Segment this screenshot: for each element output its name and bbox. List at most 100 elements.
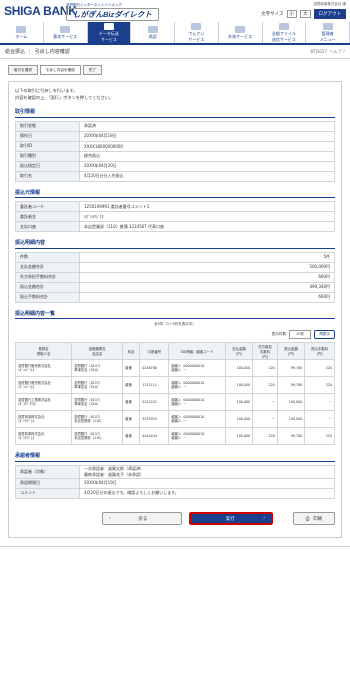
row-label: 支払金額合計 — [15, 261, 80, 273]
table-cell: 滋賀商事株式会社 ｼｶﾞｼﾖｳｼﾞ(ｶ — [14, 410, 73, 428]
column-header: EDI情報／顧客コード — [168, 342, 226, 360]
row-value: 1250109991 委託者番号コメント1 — [79, 201, 335, 212]
header: SHIGA BANK 滋賀銀行インターネットバンキング しがぎんBizダイレクト… — [0, 0, 350, 22]
detail-list-table: 登録名 受取人名 金融機関名 支店名 科目 口座番号 EDI情報／顧客コード 支払金額 (円) 先… — [14, 342, 335, 445]
nav-item-2[interactable]: データ伝送 サービス — [87, 22, 132, 43]
row-label: 振込指定日 — [15, 160, 80, 172]
nav-icon — [191, 22, 202, 30]
table-row: 委託者名 ｼｶﾞｼﾖｳｼﾞ(ｶ — [15, 211, 335, 222]
nav-icon — [147, 25, 158, 33]
refresh-button[interactable]: 再表示 — [314, 330, 335, 339]
nav-item-7[interactable]: 管理者 メニュー — [306, 22, 350, 43]
table-cell: 顧客1：0000000010 顧客2：－ — [168, 376, 226, 394]
nav-item-5[interactable]: 外為サービス — [219, 22, 263, 43]
table-row: 取引種別 総合振込 — [15, 150, 335, 162]
row-label: 委託者名 — [15, 211, 80, 222]
row-label: 先方負担手数料合計 — [15, 271, 80, 283]
nav-icon — [322, 22, 333, 30]
nav-label: でんさい サービス — [188, 30, 205, 42]
table-row: 滋賀銀行販売株式会社 ｼｶﾞﾊﾝﾊﾞｲ(ｶ 滋賀銀行（0157） 草津支店（510）普… — [14, 376, 335, 394]
row-value: ｼｶﾞｼﾖｳｼﾞ(ｶ — [79, 211, 335, 222]
logout-button[interactable]: ログアウト — [313, 9, 346, 19]
table-row: 委託者コード 1250109991 委託者番号コメント1 — [15, 201, 335, 212]
pager-summary: 全5件（1〜5件を表示中） — [154, 322, 196, 326]
page-title-bar: 総合振込 | 引戻し内容確認 BTJS027 ヘルプ ? — [0, 45, 350, 59]
table-cell: 100,000 — [224, 427, 254, 445]
nav-icon — [235, 25, 246, 33]
step-1: 取引を選択 — [8, 65, 38, 75]
row-label: 取引種別 — [15, 150, 80, 162]
table-cell: 220 — [304, 359, 335, 377]
row-value: 総合振込 — [79, 150, 335, 162]
row-value: 660円 — [79, 291, 335, 303]
print-button[interactable]: ⎙ 印刷 — [293, 512, 335, 525]
approver-info-table: 承認者（対象） 一次承認者：滋賀太郎（承認済） 最終承認者：滋賀花子（未承認） 承認期… — [15, 464, 335, 499]
row-label: 件数 — [15, 251, 80, 263]
table-cell: 220 — [304, 427, 335, 445]
row-label: 承認期限日 — [15, 477, 80, 489]
table-row: 振込指定日 20XX年04月20日 — [15, 160, 335, 172]
table-cell: 滋賀銀行（0157） 本店営業部（110） — [71, 410, 124, 428]
table-cell: 220 — [304, 376, 335, 394]
column-header: 金融機関名 支店名 — [71, 342, 124, 360]
table-cell: 220 — [252, 427, 278, 445]
page-subtitle: 引戻し内容確認 — [34, 49, 70, 55]
font-size-large-button[interactable]: 大 — [300, 10, 311, 18]
row-value: 本店営業部（110）普通 1234567 代表口座 — [79, 221, 335, 232]
table-cell: 100,000 — [276, 393, 306, 411]
row-value: 20XX年04月18日 — [79, 130, 335, 142]
row-value: 660円 — [79, 271, 335, 283]
table-row: 振込金額合計 499,340円 — [15, 281, 335, 293]
nav-label: データ伝送 サービス — [98, 30, 119, 42]
nav-icon — [60, 25, 71, 33]
table-cell: 普通 — [122, 393, 141, 411]
table-row: 承認期限日 20XX年04月19日 — [15, 477, 335, 489]
table-cell: 0246780 — [139, 359, 170, 377]
table-cell: 100,000 — [224, 410, 254, 428]
row-value: 4月20日分の振込です。確認よろしくお願いします。 — [79, 487, 335, 499]
row-value: 20XX年04月19日 — [79, 477, 335, 489]
service-logo: 滋賀銀行インターネットバンキング しがぎんBizダイレクト — [66, 3, 159, 21]
table-row: 操作日 20XX年04月18日 — [15, 130, 335, 142]
column-header: 先方負担 手数料 (円) — [252, 342, 278, 360]
nav-icon — [103, 22, 114, 30]
nav-item-4[interactable]: でんさい サービス — [175, 22, 219, 43]
help-link[interactable]: ヘルプ — [330, 49, 342, 54]
nav-icon — [278, 22, 289, 30]
table-row: 支払金額合計 500,000円 — [15, 261, 335, 273]
nav-item-6[interactable]: 全銀ファイル 送信サービス — [263, 22, 307, 43]
nav-item-1[interactable]: 基本サービス — [44, 22, 88, 43]
row-value: 一次承認者：滋賀太郎（承認済） 最終承認者：滋賀花子（未承認） — [79, 464, 335, 479]
nav-label: 全銀ファイル 送信サービス — [271, 30, 296, 42]
table-cell: 普通 — [122, 376, 141, 394]
table-cell: 普通 — [122, 359, 141, 377]
row-label: 承認者（対象） — [15, 464, 80, 479]
row-label: 支払口座 — [15, 221, 80, 232]
table-cell: 普通 — [122, 427, 141, 445]
table-cell: 99,780 — [276, 359, 306, 377]
step-indicator: 取引を選択 引戻し内容を確認 完了 — [0, 59, 350, 81]
step-3: 完了 — [82, 65, 102, 75]
nav-icon — [16, 25, 27, 33]
nav-item-3[interactable]: 承認 — [131, 22, 175, 43]
column-header: 振込金額 (円) — [276, 342, 306, 360]
row-value: 承認済 — [79, 120, 335, 132]
table-row: 取引名 4月20日分仕入先振込 — [15, 170, 335, 182]
font-size-small-button[interactable]: 小 — [286, 10, 297, 18]
column-header: 口座番号 — [139, 342, 170, 360]
page-size-select[interactable]: 10件 — [289, 330, 312, 339]
row-label: コメント — [15, 487, 80, 499]
font-size-label: 文字サイズ — [261, 12, 284, 17]
table-cell: 顧客1：0000000010 顧客2：－ — [168, 393, 226, 411]
table-cell: 顧客1：0000000010 顧客2：－ — [168, 410, 226, 428]
nav-label: 管理者 メニュー — [319, 30, 336, 42]
table-cell: 4444444 — [139, 427, 170, 445]
table-row: 取引ID XXXX18000000000 — [15, 140, 335, 152]
nav-item-0[interactable]: ホーム — [0, 22, 44, 43]
help-icon[interactable]: ? — [343, 49, 345, 54]
row-label: 委託者コード — [15, 201, 80, 212]
back-button[interactable]: ‹ 戻る — [102, 512, 182, 525]
table-row: 取引状態 承認済 — [15, 120, 335, 132]
section-title: 承認者情報 — [15, 452, 335, 462]
execute-button[interactable]: 実行 › — [188, 511, 274, 526]
